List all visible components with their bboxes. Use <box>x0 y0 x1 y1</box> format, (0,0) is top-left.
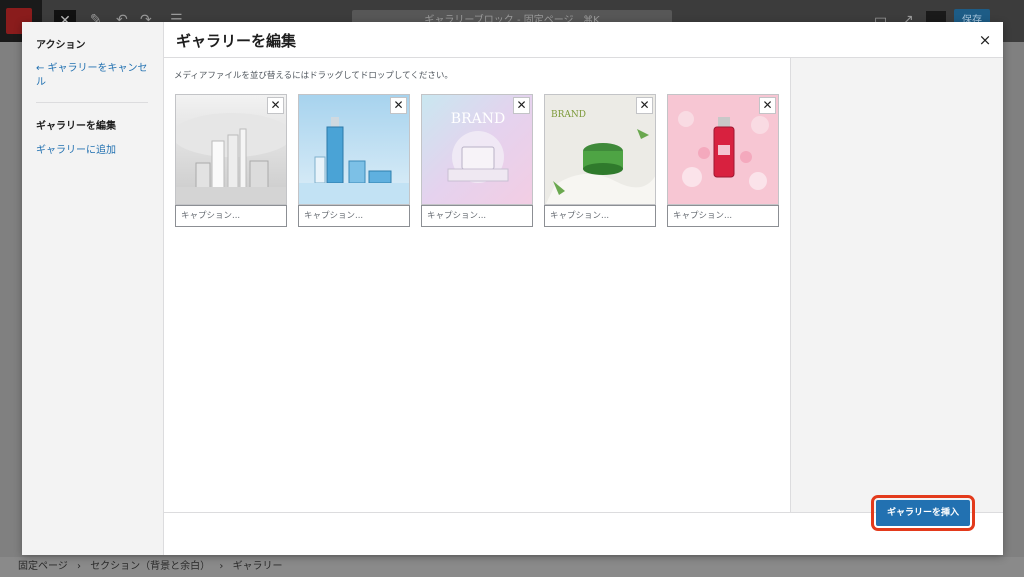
insert-gallery-button[interactable]: ギャラリーを挿入 <box>871 495 975 531</box>
modal-title: ギャラリーを編集 <box>176 32 297 50</box>
drag-instructions: メディアファイルを並び替えるにはドラッグしてドロップしてください。 <box>174 71 453 81</box>
caption-field[interactable] <box>667 205 779 227</box>
modal-header: ギャラリーを編集 × <box>164 22 1003 58</box>
caption-field[interactable] <box>421 205 533 227</box>
brand-text: BRAND <box>451 111 505 127</box>
breadcrumb-item[interactable]: ギャラリー <box>233 561 283 572</box>
modal-sidebar: アクション ← ギャラリーをキャンセル ギャラリーを編集 ギャラリーに追加 <box>22 22 164 555</box>
caption-field[interactable] <box>544 205 656 227</box>
breadcrumb-item[interactable]: 固定ページ <box>18 561 68 572</box>
remove-image-icon[interactable]: ✕ <box>513 97 530 114</box>
caption-field[interactable] <box>175 205 287 227</box>
thumbnail-blue-serum[interactable]: ✕ <box>298 94 410 205</box>
sidebar-heading: アクション <box>36 40 86 51</box>
remove-image-icon[interactable]: ✕ <box>267 97 284 114</box>
close-icon[interactable]: × <box>975 30 995 50</box>
breadcrumb-item[interactable]: セクション（背景と余白） <box>90 561 210 572</box>
cancel-gallery-link[interactable]: ← ギャラリーをキャンセル <box>36 62 154 90</box>
sidebar-divider <box>36 102 148 103</box>
breadcrumb: 固定ページ › セクション（背景と余白） › ギャラリー <box>0 557 1024 577</box>
breadcrumb-separator: › <box>219 561 224 572</box>
remove-image-icon[interactable]: ✕ <box>759 97 776 114</box>
caption-field[interactable] <box>298 205 410 227</box>
sidebar-item-add-to-gallery[interactable]: ギャラリーに追加 <box>36 141 116 156</box>
thumbnail-silver-products[interactable]: ✕ <box>175 94 287 205</box>
breadcrumb-separator: › <box>77 561 81 572</box>
attachment-details-panel <box>790 58 1003 512</box>
sidebar-item-edit-gallery[interactable]: ギャラリーを編集 <box>36 117 116 132</box>
remove-image-icon[interactable]: ✕ <box>636 97 653 114</box>
brand-text: BRAND <box>551 110 586 120</box>
thumbnail-green-jar[interactable]: BRAND ✕ <box>544 94 656 205</box>
thumbnail-pink-flowers[interactable]: ✕ <box>667 94 779 205</box>
remove-image-icon[interactable]: ✕ <box>390 97 407 114</box>
thumbnail-iridescent-jar[interactable]: BRAND ✕ <box>421 94 533 205</box>
